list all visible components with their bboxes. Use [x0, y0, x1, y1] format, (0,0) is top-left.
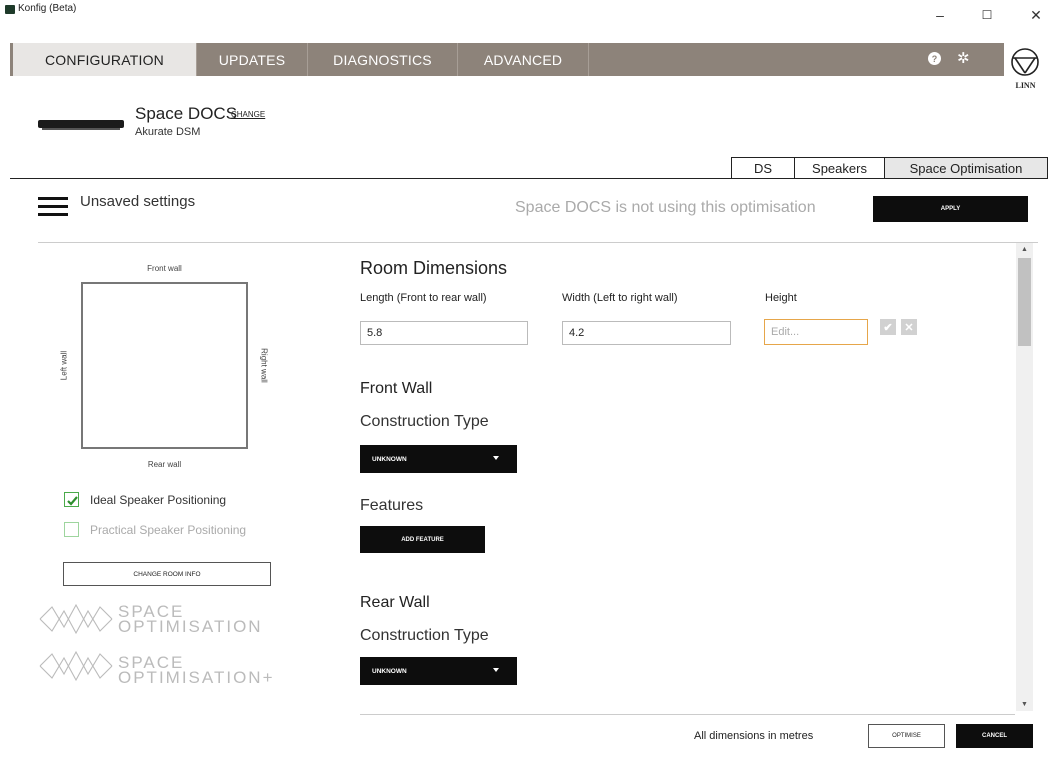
device-image	[38, 120, 124, 130]
width-label: Width (Left to right wall)	[562, 292, 678, 304]
ideal-positioning-checkbox[interactable]	[64, 492, 79, 507]
length-input[interactable]	[360, 321, 528, 345]
subtab-speakers[interactable]: Speakers	[794, 157, 885, 178]
optimisation-notice: Space DOCS is not using this optimisatio…	[515, 199, 816, 216]
unsaved-status: Unsaved settings	[80, 193, 196, 210]
room-diagram[interactable]	[81, 282, 248, 449]
front-construction-dropdown[interactable]: UNKNOWN	[360, 445, 517, 473]
window-title: Konfig (Beta)	[18, 3, 77, 14]
subtab-space-optimisation[interactable]: Space Optimisation	[884, 157, 1048, 178]
scrollbar-thumb[interactable]	[1018, 258, 1031, 346]
add-feature-button[interactable]: ADD FEATURE	[360, 526, 485, 553]
space-optimisation-plus-text-2: OPTIMISATION+	[118, 668, 275, 687]
subtab-ds[interactable]: DS	[731, 157, 795, 178]
gear-icon[interactable]: ✲	[957, 49, 970, 67]
space-optimisation-text-2: OPTIMISATION	[118, 617, 263, 636]
discard-height-button[interactable]: ✕	[901, 319, 917, 335]
features-label: Features	[360, 497, 424, 514]
length-label: Length (Front to rear wall)	[360, 292, 487, 304]
checkmark-icon	[67, 496, 78, 506]
height-input[interactable]	[764, 319, 868, 345]
tab-advanced[interactable]: ADVANCED	[458, 43, 589, 76]
subtabs-divider	[10, 178, 1048, 179]
confirm-height-button[interactable]: ✔	[880, 319, 896, 335]
speaker-waves-icon	[39, 650, 113, 682]
change-device-link[interactable]: CHANGE	[231, 110, 265, 119]
ideal-positioning-label: Ideal Speaker Positioning	[90, 493, 227, 507]
rear-construction-dropdown[interactable]: UNKNOWN	[360, 657, 517, 685]
tab-configuration[interactable]: CONFIGURATION	[13, 43, 197, 76]
front-wall-title: Front Wall	[360, 380, 433, 397]
front-wall-label: Front wall	[147, 264, 182, 273]
change-room-info-button[interactable]: CHANGE ROOM INFO	[63, 562, 271, 586]
scroll-down-arrow[interactable]: ▼	[1016, 698, 1033, 711]
minimize-button[interactable]: –	[918, 0, 962, 30]
space-optimisation-logo	[38, 597, 114, 642]
tab-updates[interactable]: UPDATES	[197, 43, 308, 76]
chevron-down-icon	[493, 668, 499, 672]
tab-diagnostics[interactable]: DIAGNOSTICS	[308, 43, 458, 76]
rear-construction-value: UNKNOWN	[372, 667, 407, 675]
height-label: Height	[765, 292, 797, 304]
space-optimisation-plus-logo	[38, 644, 114, 689]
header-divider	[38, 242, 1038, 243]
menu-icon[interactable]	[38, 197, 68, 217]
left-wall-label: Left wall	[59, 350, 69, 381]
front-construction-value: UNKNOWN	[372, 455, 407, 463]
optimise-button[interactable]: OPTIMISE	[868, 724, 945, 748]
rear-wall-title: Rear Wall	[360, 594, 430, 611]
right-wall-label: Right wall	[259, 348, 269, 383]
form-divider	[360, 714, 1015, 715]
linn-logo: LINN	[1004, 43, 1047, 99]
device-model: Akurate DSM	[135, 126, 201, 138]
chevron-down-icon	[493, 456, 499, 460]
linn-logo-text: LINN	[1015, 81, 1036, 90]
app-icon	[5, 5, 15, 14]
speaker-waves-icon	[39, 603, 113, 635]
apply-button[interactable]: APPLY	[873, 196, 1028, 222]
cancel-button[interactable]: CANCEL	[956, 724, 1033, 748]
rear-wall-label: Rear wall	[147, 460, 182, 469]
rear-construction-label: Construction Type	[360, 627, 489, 644]
window-titlebar	[0, 0, 1051, 38]
linn-logo-icon	[1011, 48, 1039, 76]
help-icon[interactable]: ?	[928, 52, 941, 65]
room-dimensions-title: Room Dimensions	[360, 258, 508, 278]
practical-positioning-checkbox[interactable]	[64, 522, 79, 537]
front-construction-label: Construction Type	[360, 413, 489, 430]
dimensions-note: All dimensions in metres	[694, 730, 814, 742]
scroll-up-arrow[interactable]: ▲	[1016, 243, 1033, 256]
close-button[interactable]: ✕	[1014, 0, 1051, 30]
device-name: Space DOCS	[135, 104, 238, 123]
practical-positioning-label: Practical Speaker Positioning	[90, 523, 247, 537]
width-input[interactable]	[562, 321, 731, 345]
maximize-button[interactable]: ☐	[965, 0, 1009, 30]
